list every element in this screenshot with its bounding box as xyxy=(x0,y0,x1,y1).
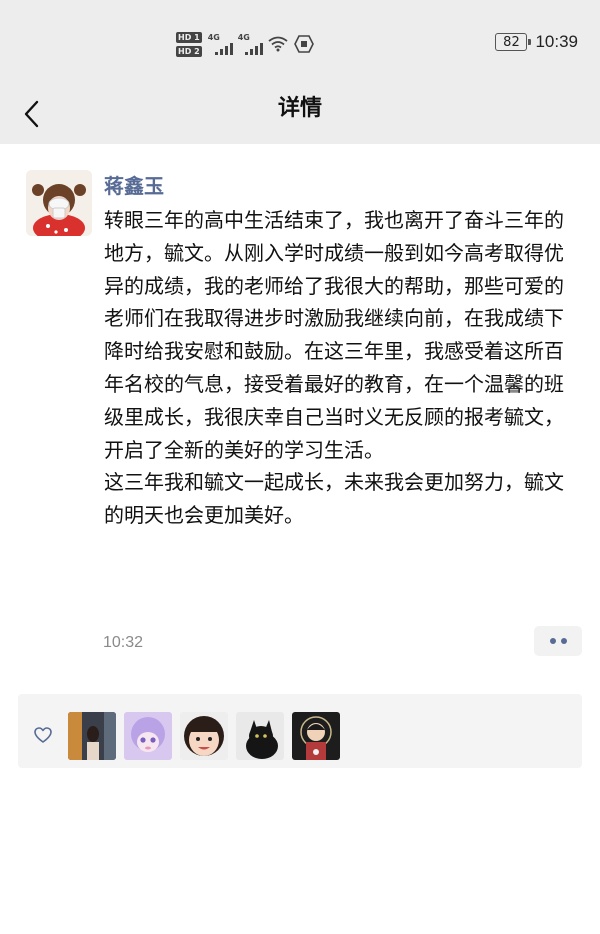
liker-avatar-image xyxy=(236,712,284,760)
dot-icon xyxy=(560,638,567,644)
dot-icon xyxy=(549,638,556,644)
signal-4g-icon: 4G xyxy=(237,33,263,55)
wifi-icon xyxy=(268,36,288,52)
post-time: 10:32 xyxy=(103,634,144,651)
hd-badge-2: HD 2 xyxy=(176,45,202,57)
status-time: 10:39 xyxy=(535,32,578,51)
hd-badge-1: HD 1 xyxy=(176,31,202,43)
liker-avatar-4[interactable] xyxy=(236,712,284,760)
author-name[interactable]: 蒋鑫玉 xyxy=(104,172,164,200)
liker-avatar-5[interactable] xyxy=(292,712,340,760)
more-actions-button[interactable] xyxy=(534,626,582,656)
post-paragraph-1: 转眼三年的高中生活结束了，我也离开了奋斗三年的地方，毓文。从刚入学时成绩一般到如… xyxy=(104,208,564,462)
liker-avatar-image xyxy=(180,712,228,760)
signal-4g-icon: 4G xyxy=(207,33,233,55)
network-label-2: 4G xyxy=(237,33,250,42)
post-paragraph-2: 这三年我和毓文一起成长，未来我会更加努力，毓文的明天也会更加美好。 xyxy=(104,470,564,528)
liker-avatar-image xyxy=(292,712,340,760)
battery-icon: 82 xyxy=(495,33,532,51)
avatar-illustration xyxy=(26,170,92,236)
post-content: 转眼三年的高中生活结束了，我也离开了奋斗三年的地方，毓文。从刚入学时成绩一般到如… xyxy=(104,204,574,532)
hd-icon: HD 1 HD 2 xyxy=(176,31,202,57)
network-label-1: 4G xyxy=(207,33,220,42)
liker-avatar-3[interactable] xyxy=(180,712,228,760)
hexagon-icon xyxy=(293,35,314,53)
status-icons-left: HD 1 HD 2 4G 4G xyxy=(176,27,314,61)
page-title: 详情 xyxy=(277,96,322,121)
status-bar: HD 1 HD 2 4G 4G 82 10:39 xyxy=(0,0,600,86)
liker-avatar-image xyxy=(124,712,172,760)
heart-outline-icon xyxy=(34,727,52,743)
nav-bar: 详情 xyxy=(0,86,600,144)
liker-avatar-2[interactable] xyxy=(124,712,172,760)
author-avatar[interactable] xyxy=(26,170,92,236)
status-icons-right: 82 10:39 xyxy=(495,32,578,52)
battery-level: 82 xyxy=(503,34,520,50)
liker-avatar-image xyxy=(68,712,116,760)
liker-avatar-1[interactable] xyxy=(68,712,116,760)
likes-panel xyxy=(18,694,582,768)
